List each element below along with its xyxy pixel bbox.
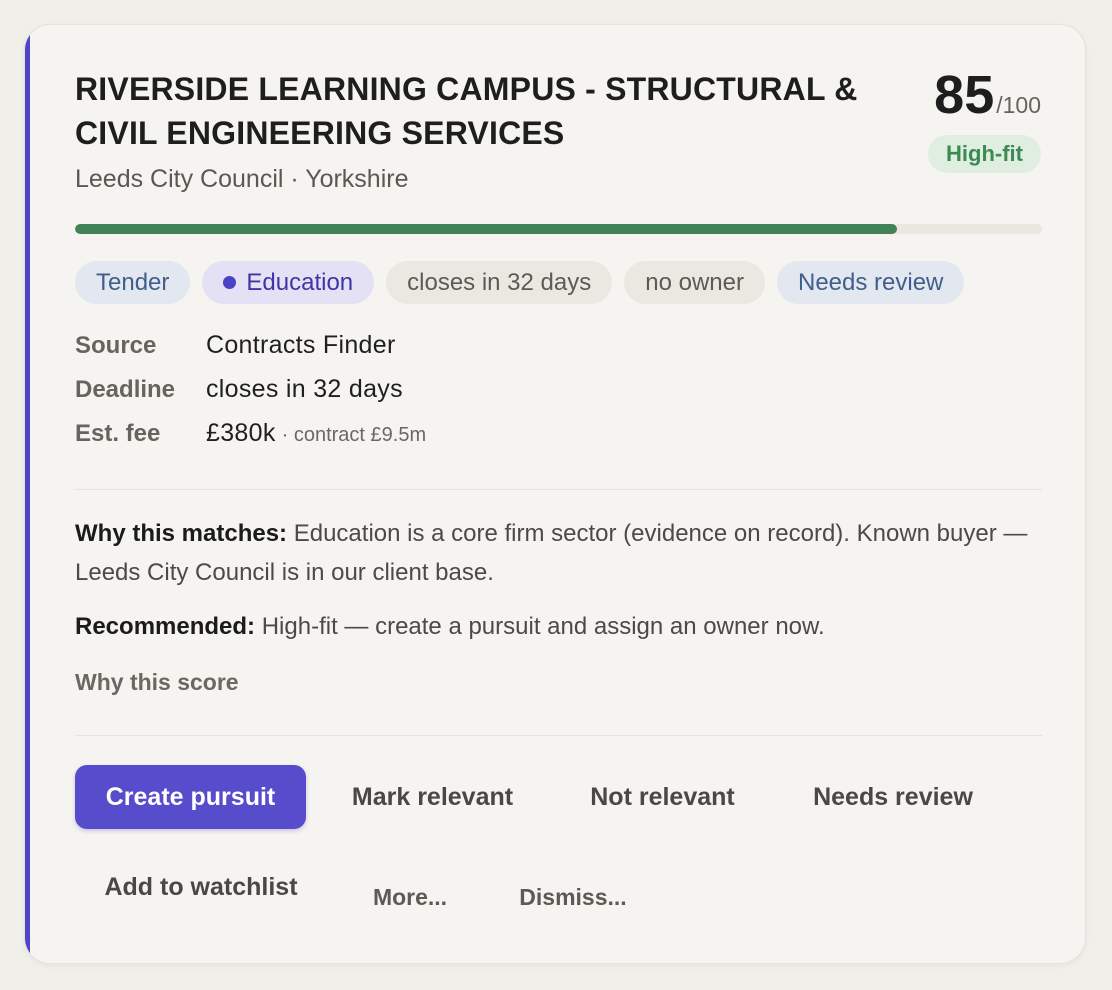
needs-review-button[interactable]: Needs review [785,765,1001,829]
tag-owner: no owner [624,261,765,304]
dot-icon [223,276,237,289]
contract-value: · contract £9.5m [281,424,427,446]
why-this-score-link[interactable]: Why this score [75,669,239,696]
card-accent-bar [25,25,30,963]
detail-row-deadline: Deadline closes in 32 days [75,375,426,419]
score-max: /100 [996,92,1041,118]
recommended-label: Recommended: [75,613,256,640]
fit-badge: High-fit [928,135,1041,173]
score-progress-bar [75,224,1042,234]
tag-status: Needs review [776,261,965,304]
divider [75,489,1042,490]
tag-list: Tender Education closes in 32 days no ow… [75,261,965,304]
add-to-watchlist-button[interactable]: Add to watchlist [75,855,327,919]
opportunity-title: RIVERSIDE LEARNING CAMPUS - STRUCTURAL &… [75,71,858,151]
detail-value: Contracts Finder [206,331,396,359]
score-progress-fill [75,224,897,234]
tag-label: Tender [96,268,170,296]
detail-value: closes in 32 days [206,375,403,403]
fit-score: 85 /100 [934,65,1041,125]
recommended-text: Recommended: High-fit — create a pursuit… [75,607,1042,646]
detail-row-fee: Est. fee £380k · contract £9.5m [75,419,426,463]
detail-label: Source [75,332,157,359]
dismiss-button[interactable]: Dismiss... [493,867,653,927]
tag-type: Tender [75,261,191,304]
detail-label: Est. fee [75,420,161,447]
more-button[interactable]: More... [345,867,475,927]
tag-label: Education [246,268,354,296]
tag-sector: Education [202,261,375,304]
details-list: Source Contracts Finder Deadline closes … [75,331,426,463]
mark-relevant-button[interactable]: Mark relevant [325,765,540,829]
tag-label: no owner [645,268,744,296]
why-matches-label: Why this matches: [75,520,288,547]
detail-label: Deadline [75,376,176,403]
tag-deadline: closes in 32 days [386,261,613,304]
detail-row-source: Source Contracts Finder [75,331,426,375]
recommended-body: High-fit — create a pursuit and assign a… [261,613,825,640]
tag-label: closes in 32 days [407,268,592,296]
detail-value: £380k [206,419,276,447]
not-relevant-button[interactable]: Not relevant [560,765,765,829]
tag-label: Needs review [797,268,944,296]
why-matches-text: Why this matches: Education is a core fi… [75,514,1042,592]
create-pursuit-button[interactable]: Create pursuit [75,765,306,829]
opportunity-card: RIVERSIDE LEARNING CAMPUS - STRUCTURAL &… [24,24,1086,964]
buyer-location: Leeds City Council · Yorkshire [75,165,409,193]
score-value: 85 [934,65,995,125]
divider [75,735,1042,736]
